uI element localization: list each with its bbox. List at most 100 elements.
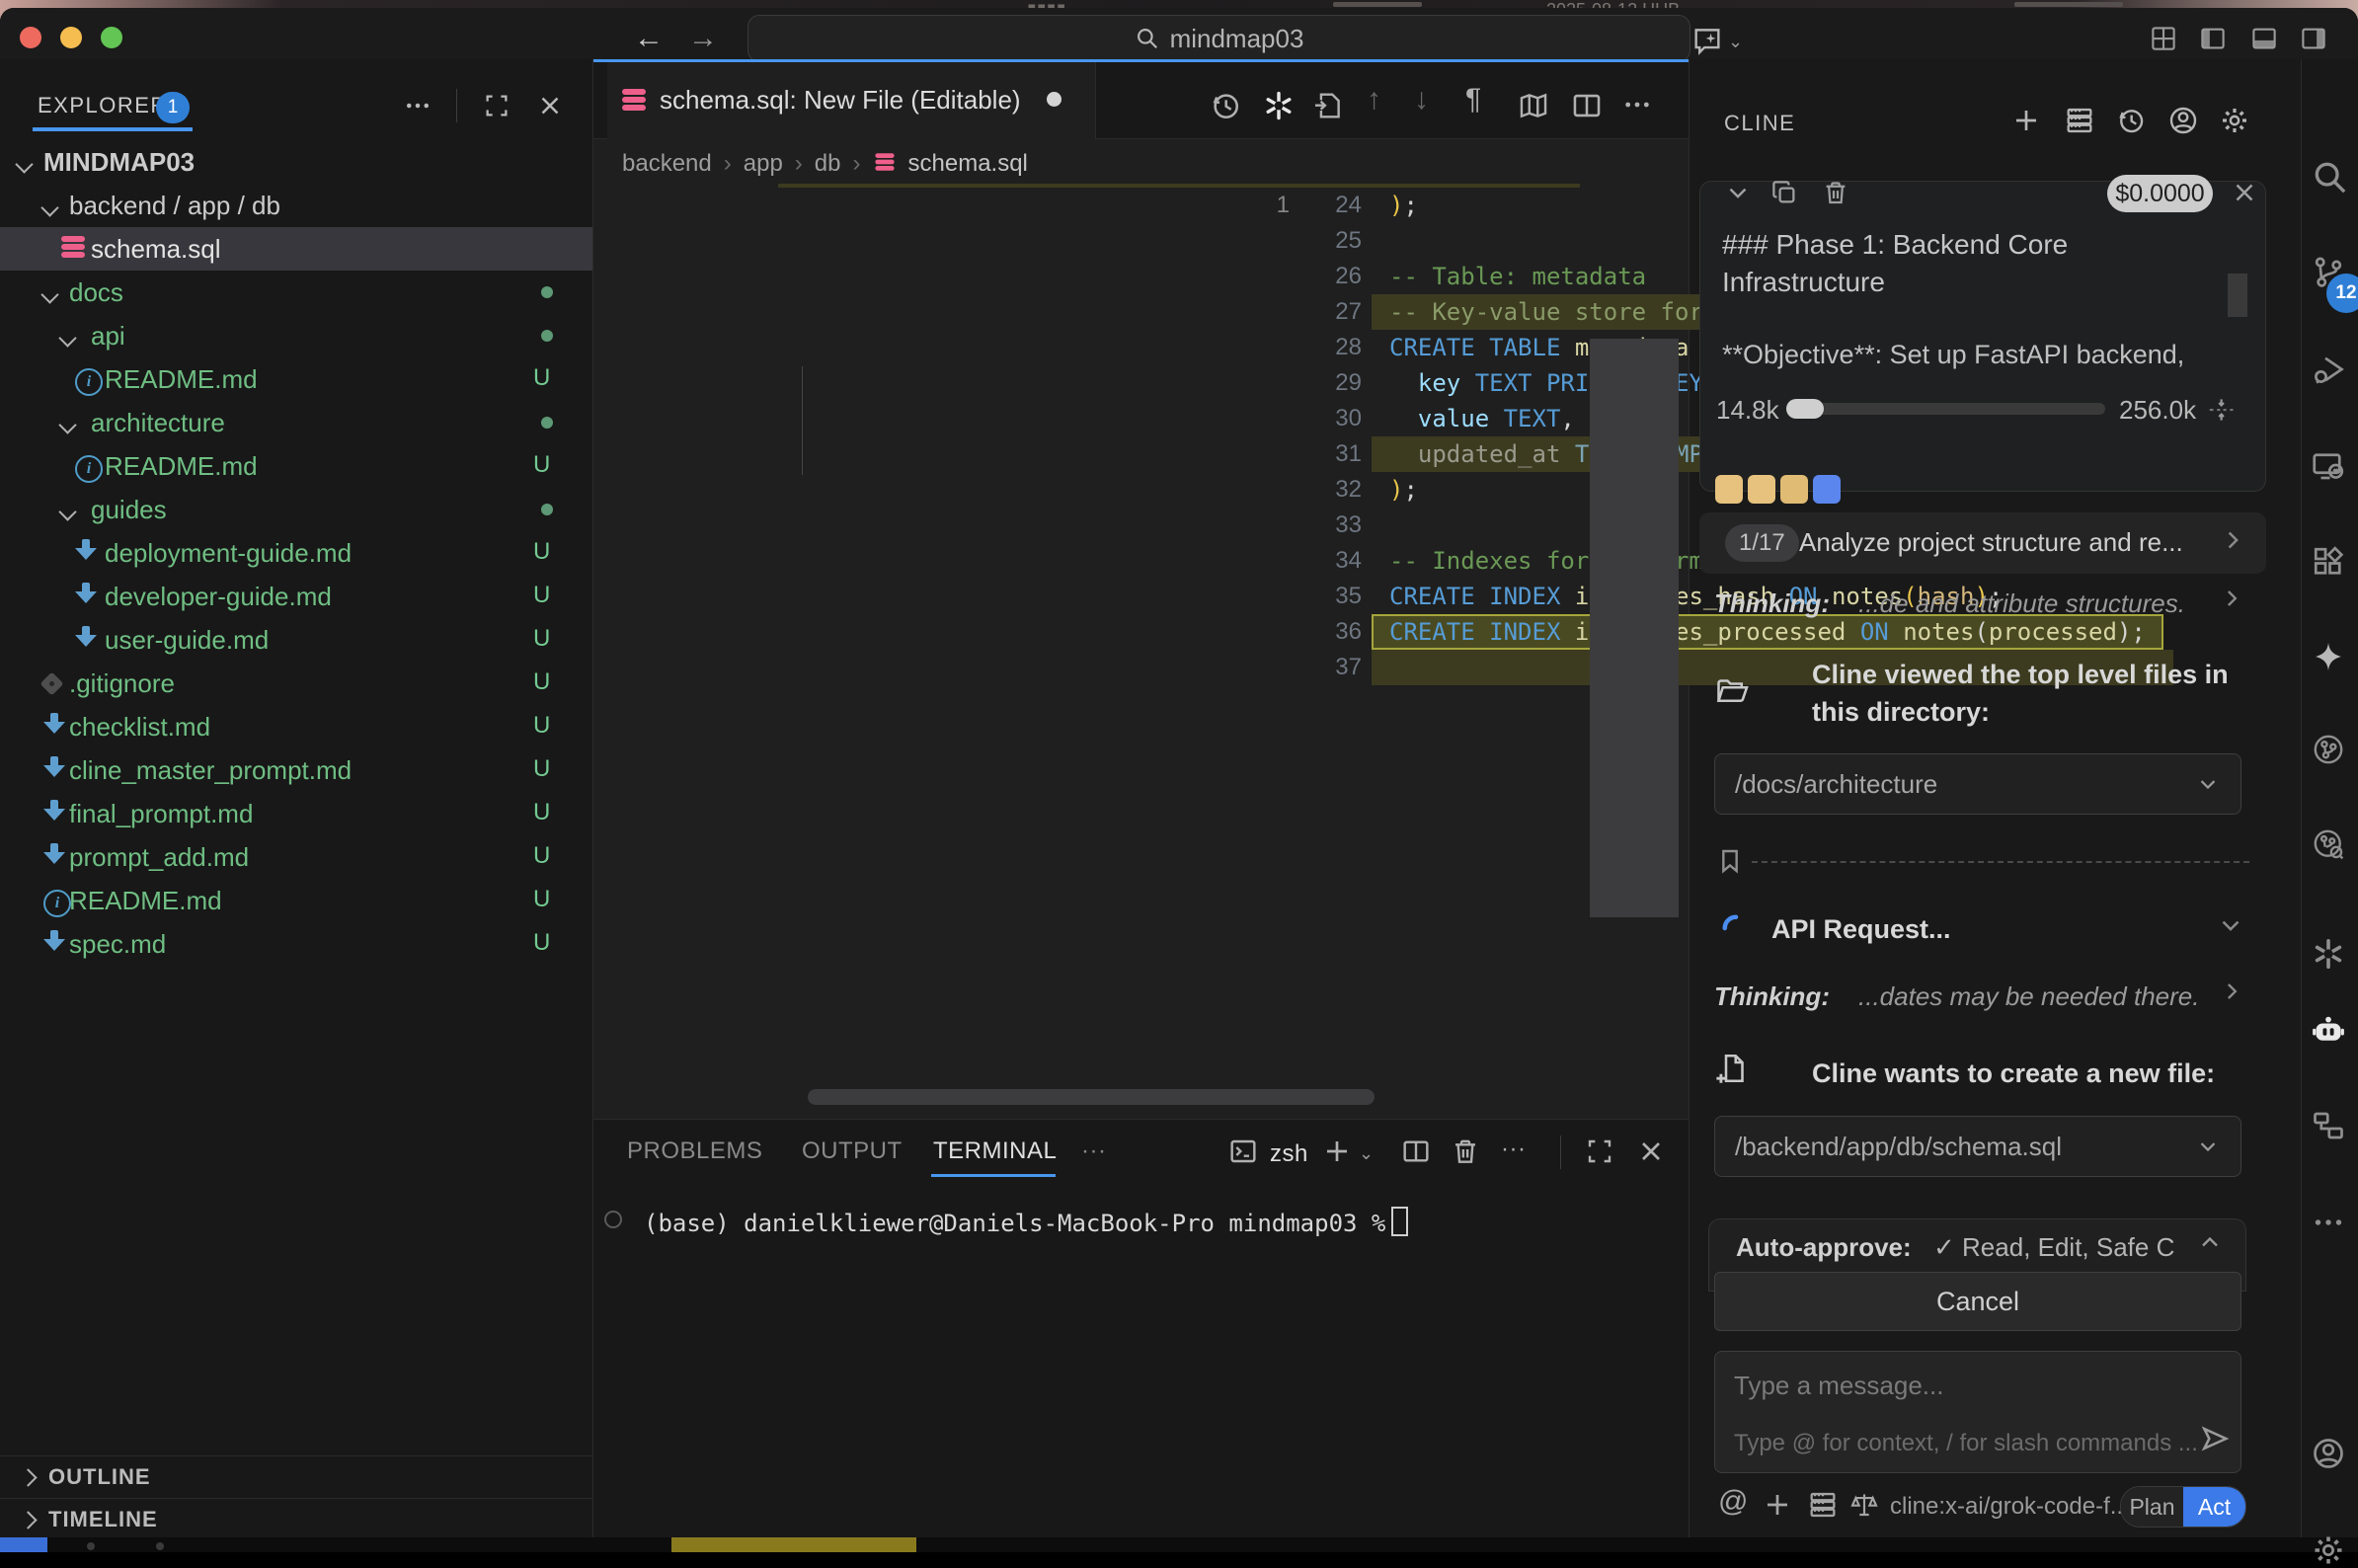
tree-item-readme-md[interactable]: iREADME.mdU	[0, 357, 592, 401]
layout-grid-icon[interactable]	[2149, 24, 2178, 53]
layout-sidebar-right-icon[interactable]	[2299, 24, 2328, 53]
terminal-more-icon[interactable]: ···	[1501, 1136, 1526, 1163]
timeline-section[interactable]: TIMELINE	[0, 1498, 592, 1540]
panel-tab-output[interactable]: OUTPUT	[802, 1137, 903, 1165]
code-line-32[interactable]: 32);	[593, 472, 1590, 508]
add-context-icon[interactable]	[1762, 1489, 1793, 1521]
chevron-down-icon[interactable]	[2216, 910, 2245, 940]
new-terminal-icon[interactable]	[1321, 1136, 1353, 1167]
tree-item-guides[interactable]: guides	[0, 488, 592, 531]
openai-icon[interactable]	[1262, 89, 1296, 122]
close-window-button[interactable]	[20, 27, 41, 48]
settings-icon[interactable]	[2311, 1532, 2346, 1568]
kill-terminal-icon[interactable]	[1450, 1136, 1481, 1167]
viewed-path-select[interactable]: /docs/architecture	[1714, 753, 2241, 815]
outline-section[interactable]: OUTLINE	[0, 1455, 592, 1498]
breadcrumb[interactable]: backend›app›db›schema.sql	[622, 150, 1028, 178]
close-task-icon[interactable]	[2230, 178, 2259, 207]
maximize-panel-icon[interactable]	[1584, 1136, 1615, 1167]
close-panel-icon[interactable]	[1635, 1136, 1667, 1167]
zoom-window-button[interactable]	[101, 27, 122, 48]
act-mode-button[interactable]: Act	[2183, 1487, 2245, 1527]
code-line-36[interactable]: 36CREATE INDEX idx_notes_processed ON no…	[593, 614, 1590, 650]
chevron-right-icon[interactable]	[2218, 525, 2247, 555]
panel-tab-problems[interactable]: PROBLEMS	[627, 1137, 762, 1165]
layout-sidebar-left-icon[interactable]	[2198, 24, 2228, 53]
nav-back-icon[interactable]: ←	[634, 22, 664, 55]
tree-item-readme-md[interactable]: iREADME.mdU	[0, 879, 592, 922]
tree-item-architecture[interactable]: architecture	[0, 401, 592, 444]
code-line-30[interactable]: 30 value TEXT,	[593, 401, 1590, 436]
tab-modified-dot[interactable]	[1047, 92, 1061, 107]
tree-item-user-guide-md[interactable]: user-guide.mdU	[0, 618, 592, 662]
account-icon[interactable]	[2311, 1436, 2346, 1471]
collapse-task-icon[interactable]	[1723, 178, 1753, 207]
command-center-search[interactable]: mindmap03	[747, 15, 1690, 62]
model-selector[interactable]: cline:x-ai/grok-code-f...	[1890, 1493, 2130, 1521]
minimize-window-button[interactable]	[60, 27, 82, 48]
settings-icon[interactable]	[2219, 105, 2250, 136]
chevron-right-icon[interactable]	[2218, 585, 2245, 612]
shell-label[interactable]: zsh	[1270, 1140, 1308, 1168]
breadcrumb-item[interactable]: schema.sql	[908, 150, 1028, 178]
panel-tab-terminal[interactable]: TERMINAL	[933, 1137, 1057, 1165]
robot-icon[interactable]	[2311, 1013, 2346, 1049]
tab-title[interactable]: schema.sql: New File (Editable)	[660, 85, 1021, 116]
file-chip[interactable]	[1748, 475, 1775, 504]
tree-item-api[interactable]: api	[0, 314, 592, 357]
code-line-29[interactable]: 29 key TEXT PRIMARY KEY,	[593, 365, 1590, 401]
search-icon[interactable]	[2311, 158, 2350, 197]
editor-scrollbar[interactable]	[1590, 339, 1679, 917]
tree-item-backend-app-db[interactable]: backend / app / db	[0, 184, 592, 227]
tree-item-checklist-md[interactable]: checklist.mdU	[0, 705, 592, 748]
code-line-24[interactable]: 124);	[593, 188, 1590, 223]
debug-icon[interactable]	[2311, 352, 2346, 387]
circle-branch-search-icon[interactable]	[2311, 826, 2346, 862]
remote-icon[interactable]	[2311, 448, 2346, 484]
code-line-31[interactable]: 31 updated_at TIMESTAMP DEFAULT CURRENT_…	[593, 436, 1590, 472]
split-icon[interactable]	[1570, 89, 1604, 122]
map-icon[interactable]	[1517, 89, 1550, 122]
breadcrumb-item[interactable]: db	[815, 150, 841, 178]
code-line-37[interactable]: 37	[593, 650, 1590, 685]
mcp-servers-icon[interactable]	[1807, 1489, 1839, 1521]
tree-item-schema-sql[interactable]: schema.sql	[0, 227, 592, 271]
mention-icon[interactable]: @	[1718, 1485, 1748, 1519]
chevron-right-icon[interactable]	[2218, 978, 2245, 1005]
more-icon[interactable]	[1621, 89, 1653, 120]
pilcrow-icon[interactable]: ¶	[1465, 83, 1481, 117]
code-line-28[interactable]: 28CREATE TABLE metadata (	[593, 330, 1590, 365]
tree-item-cline-master-prompt-md[interactable]: cline_master_prompt.mdU	[0, 748, 592, 792]
plan-act-toggle[interactable]: Plan Act	[2120, 1486, 2246, 1528]
editor-horizontal-scrollbar[interactable]	[808, 1089, 1375, 1105]
arrow-down-icon[interactable]: ↓	[1414, 83, 1429, 117]
create-path-select[interactable]: /backend/app/db/schema.sql	[1714, 1116, 2241, 1177]
tree-item-docs[interactable]: docs	[0, 271, 592, 314]
send-icon[interactable]	[2198, 1422, 2232, 1455]
circle-branch-icon[interactable]	[2311, 732, 2346, 767]
close-sidebar-icon[interactable]	[535, 91, 565, 120]
breadcrumb-item[interactable]: backend	[622, 150, 712, 178]
rules-scales-icon[interactable]	[1848, 1489, 1880, 1521]
terminal-prompt[interactable]: (base) danielkliewer@Daniels-MacBook-Pro…	[644, 1207, 1408, 1237]
account-icon[interactable]	[2167, 105, 2199, 136]
code-line-35[interactable]: 35CREATE INDEX idx_notes_hash ON notes(h…	[593, 579, 1590, 614]
copy-task-icon[interactable]	[1769, 178, 1799, 207]
tree-item-spec-md[interactable]: spec.mdU	[0, 922, 592, 966]
delete-task-icon[interactable]	[1821, 178, 1850, 207]
arrow-up-icon[interactable]: ↑	[1367, 83, 1381, 117]
more-icon[interactable]	[2311, 1205, 2346, 1240]
history-icon[interactable]	[2115, 105, 2147, 136]
cline-divider[interactable]	[1689, 59, 1690, 1537]
tree-item-readme-md[interactable]: iREADME.mdU	[0, 444, 592, 488]
explorer-title[interactable]: EXPLORER	[38, 93, 168, 118]
chevron-down-icon[interactable]: ⌄	[1359, 1143, 1374, 1164]
file-chip[interactable]	[1813, 475, 1841, 504]
chevron-down-icon[interactable]: ⌄	[1728, 32, 1743, 52]
code-line-26[interactable]: 26-- Table: metadata	[593, 259, 1590, 294]
task-card-scrollbar[interactable]	[2228, 274, 2247, 317]
chevron-up-icon[interactable]	[2196, 1228, 2224, 1256]
split-terminal-icon[interactable]	[1400, 1136, 1432, 1167]
focus-view-icon[interactable]	[482, 91, 511, 120]
code-line-25[interactable]: 25	[593, 223, 1590, 259]
